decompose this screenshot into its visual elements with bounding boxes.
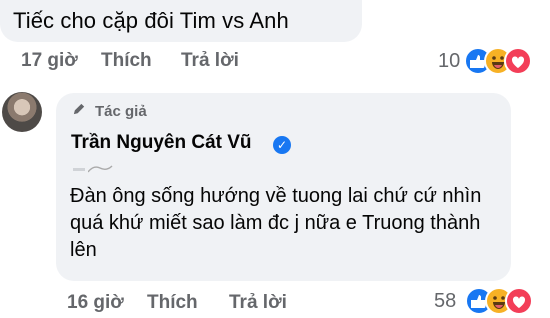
avatar[interactable] — [2, 92, 42, 132]
comment-time[interactable]: 17 giờ — [21, 50, 78, 72]
reply-button[interactable]: Trả lời — [229, 292, 287, 314]
love-reaction-icon — [504, 47, 532, 75]
author-badge: Tác giả — [72, 101, 147, 123]
reaction-count: 58 — [434, 290, 457, 312]
pen-icon — [72, 101, 88, 120]
reaction-summary[interactable]: 10 — [438, 47, 548, 75]
comment-text: Đàn ông sống hướng về tuong lai chứ cứ n… — [70, 185, 482, 261]
like-button[interactable]: Thích — [101, 50, 152, 72]
reaction-summary[interactable]: 58 — [434, 287, 549, 315]
quote-divider — [73, 168, 85, 171]
comment-text: Tiếc cho cặp đôi Tim vs Anh — [13, 8, 289, 33]
reply-button[interactable]: Trả lời — [181, 50, 239, 72]
comment-bubble: Tiếc cho cặp đôi Tim vs Anh — [0, 0, 362, 42]
author-name[interactable]: Trần Nguyên Cát Vũ — [71, 132, 252, 154]
verified-badge-icon: ✓ — [273, 136, 291, 154]
author-badge-label: Tác giả — [95, 103, 147, 120]
reaction-count: 10 — [438, 50, 461, 72]
comment-time[interactable]: 16 giờ — [67, 292, 124, 314]
like-button[interactable]: Thích — [147, 292, 198, 314]
love-reaction-icon — [505, 287, 533, 315]
quoted-text-fragment — [87, 160, 118, 173]
